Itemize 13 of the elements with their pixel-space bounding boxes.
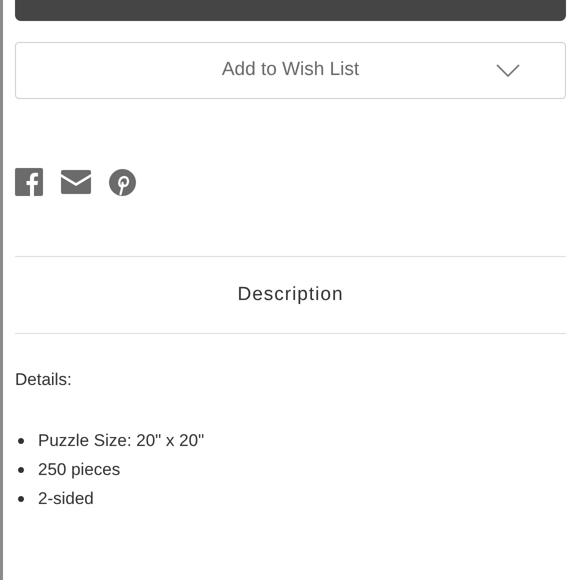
- detail-item: 250 pieces: [38, 458, 120, 480]
- facebook-icon[interactable]: [15, 168, 43, 196]
- bullet-icon: [18, 496, 24, 502]
- detail-item: Puzzle Size: 20" x 20": [38, 430, 204, 452]
- pinterest-icon[interactable]: [109, 168, 136, 196]
- details-heading: Details:: [15, 369, 73, 391]
- detail-item: 2-sided: [38, 488, 94, 510]
- chevron-down-icon: [496, 64, 520, 77]
- wishlist-dropdown-button[interactable]: Add to Wish List: [15, 42, 566, 99]
- bullet-icon: [18, 438, 24, 444]
- email-icon[interactable]: [61, 170, 91, 194]
- bullet-icon: [18, 466, 24, 472]
- description-tab[interactable]: Description: [237, 280, 344, 310]
